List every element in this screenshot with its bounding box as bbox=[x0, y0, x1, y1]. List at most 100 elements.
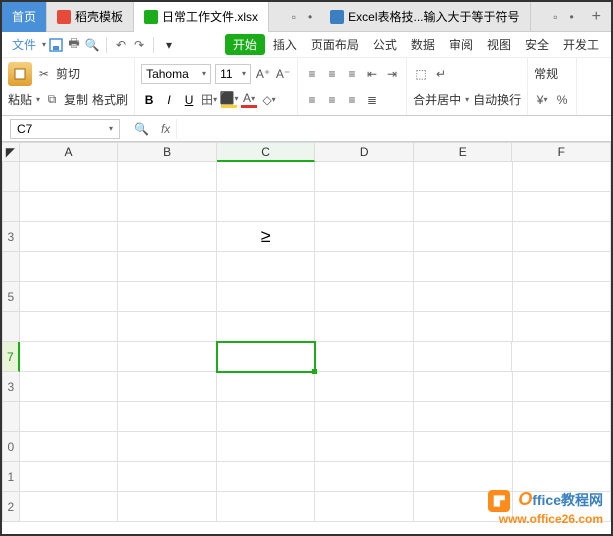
row-header[interactable]: 2 bbox=[2, 492, 20, 522]
row-header[interactable] bbox=[2, 312, 20, 342]
col-header-F[interactable]: F bbox=[512, 142, 611, 162]
merge-icon[interactable]: ⬚ bbox=[413, 66, 429, 82]
fx-icon[interactable]: fx bbox=[155, 122, 176, 136]
watermark-url: www.office26.com bbox=[488, 512, 603, 526]
print-icon[interactable]: 🖶 bbox=[66, 37, 82, 53]
row-header[interactable] bbox=[2, 192, 20, 222]
window-close-icon[interactable]: • bbox=[308, 10, 312, 24]
col-header-D[interactable]: D bbox=[315, 142, 414, 162]
row-header[interactable] bbox=[2, 162, 20, 192]
menu-start[interactable]: 开始 bbox=[225, 34, 265, 55]
menu-pagelayout[interactable]: 页面布局 bbox=[305, 36, 365, 53]
formula-bar: C7▾ 🔍 fx bbox=[2, 116, 611, 142]
decrease-font-icon[interactable]: A⁻ bbox=[275, 66, 291, 82]
menu-dropdown-icon[interactable]: ▾ bbox=[160, 38, 178, 52]
redo-icon[interactable]: ↷ bbox=[131, 37, 147, 53]
font-family-select[interactable]: Tahoma▾ bbox=[141, 64, 211, 84]
tab-other-file[interactable]: Excel表格技...输入大于等于符号 bbox=[320, 2, 530, 32]
ribbon-font-group: Tahoma▾ 11▾ A⁺ A⁻ B I U 田▾ ⬛▾ A▾ ◇▾ bbox=[135, 58, 298, 115]
scissors-icon[interactable]: ✂ bbox=[36, 66, 52, 82]
row-header[interactable] bbox=[2, 252, 20, 282]
align-left-icon[interactable]: ≡ bbox=[304, 92, 320, 108]
tab-templates[interactable]: 稻壳模板 bbox=[47, 2, 134, 32]
watermark-brand: Office教程网 bbox=[488, 489, 603, 512]
tab-win-controls-1: ▫ • bbox=[284, 10, 320, 24]
clear-format-button[interactable]: ◇▾ bbox=[261, 92, 277, 108]
window-min-icon[interactable]: ▫ bbox=[553, 10, 557, 24]
border-button[interactable]: 田▾ bbox=[201, 92, 217, 108]
align-mid-icon[interactable]: ≡ bbox=[324, 66, 340, 82]
new-tab-button[interactable]: + bbox=[582, 8, 611, 26]
indent-right-icon[interactable]: ⇥ bbox=[384, 66, 400, 82]
align-right-icon[interactable]: ≡ bbox=[344, 92, 360, 108]
name-box[interactable]: C7▾ bbox=[10, 119, 120, 139]
menu-data[interactable]: 数据 bbox=[405, 36, 441, 53]
increase-font-icon[interactable]: A⁺ bbox=[255, 66, 271, 82]
menu-insert[interactable]: 插入 bbox=[267, 36, 303, 53]
row-header[interactable]: 3 bbox=[2, 222, 20, 252]
align-top-icon[interactable]: ≡ bbox=[304, 66, 320, 82]
menu-formula[interactable]: 公式 bbox=[367, 36, 403, 53]
bold-button[interactable]: B bbox=[141, 93, 157, 107]
ribbon-number-group: 常规 ¥▾% bbox=[528, 58, 577, 115]
copy-icon[interactable]: ⧉ bbox=[44, 92, 60, 108]
italic-button[interactable]: I bbox=[161, 93, 177, 107]
wrap-icon[interactable]: ↵ bbox=[433, 66, 449, 82]
indent-left-icon[interactable]: ⇤ bbox=[364, 66, 380, 82]
save-icon[interactable] bbox=[48, 37, 64, 53]
zoom-icon[interactable]: 🔍 bbox=[128, 122, 155, 136]
window-min-icon[interactable]: ▫ bbox=[292, 10, 296, 24]
column-headers: ◤ A B C D E F bbox=[2, 142, 611, 162]
tab-home[interactable]: 首页 bbox=[2, 2, 47, 32]
menu-dev[interactable]: 开发工 bbox=[557, 36, 605, 53]
spreadsheet-icon bbox=[144, 10, 158, 24]
col-header-E[interactable]: E bbox=[414, 142, 513, 162]
formatpainter-button[interactable]: 格式刷 bbox=[92, 91, 128, 108]
font-size-select[interactable]: 11▾ bbox=[215, 64, 251, 84]
fill-color-button[interactable]: ⬛▾ bbox=[221, 92, 237, 108]
underline-button[interactable]: U bbox=[181, 93, 197, 107]
copy-button[interactable]: 复制 bbox=[64, 91, 88, 108]
row-header[interactable]: 1 bbox=[2, 462, 20, 492]
file-dropdown-icon[interactable]: ▾ bbox=[42, 40, 46, 49]
tab-current-file[interactable]: 日常工作文件.xlsx bbox=[134, 2, 269, 32]
word-icon bbox=[330, 10, 344, 24]
number-format-select[interactable]: 常规 bbox=[534, 65, 558, 82]
cut-button[interactable]: 剪切 bbox=[56, 65, 80, 82]
paste-button[interactable]: 粘贴 bbox=[8, 91, 32, 108]
percent-icon[interactable]: % bbox=[554, 92, 570, 108]
menu-view[interactable]: 视图 bbox=[481, 36, 517, 53]
align-bot-icon[interactable]: ≡ bbox=[344, 66, 360, 82]
wrap-text-button[interactable]: 自动换行 bbox=[473, 91, 521, 108]
window-tab-bar: 首页 稻壳模板 日常工作文件.xlsx ▫ • Excel表格技...输入大于等… bbox=[2, 2, 611, 32]
menu-file[interactable]: 文件 bbox=[8, 36, 40, 53]
select-all-corner[interactable]: ◤ bbox=[2, 142, 20, 162]
formula-input[interactable] bbox=[176, 119, 611, 139]
cell-C3[interactable]: ≥ bbox=[217, 222, 316, 252]
row-header[interactable]: 3 bbox=[2, 372, 20, 402]
row-header-7[interactable]: 7 bbox=[2, 342, 20, 372]
spreadsheet-grid[interactable]: ◤ A B C D E F 3 ≥ 5 7 3 0 1 2 bbox=[2, 142, 611, 522]
col-header-C[interactable]: C bbox=[217, 142, 316, 162]
watermark-logo-icon bbox=[488, 490, 510, 512]
cell-C7-selected[interactable] bbox=[217, 342, 316, 372]
font-color-button[interactable]: A▾ bbox=[241, 92, 257, 108]
ribbon-align-group: ≡ ≡ ≡ ⇤ ⇥ ≡ ≡ ≡ ≣ bbox=[298, 58, 407, 115]
menu-review[interactable]: 审阅 bbox=[443, 36, 479, 53]
row-header[interactable]: 5 bbox=[2, 282, 20, 312]
menu-security[interactable]: 安全 bbox=[519, 36, 555, 53]
row-header[interactable] bbox=[2, 402, 20, 432]
col-header-B[interactable]: B bbox=[118, 142, 217, 162]
paste-icon[interactable] bbox=[8, 62, 32, 86]
row-header[interactable]: 0 bbox=[2, 432, 20, 462]
currency-icon[interactable]: ¥▾ bbox=[534, 92, 550, 108]
merge-center-button[interactable]: 合并居中 bbox=[413, 91, 461, 108]
col-header-A[interactable]: A bbox=[20, 142, 119, 162]
watermark: Office教程网 www.office26.com bbox=[488, 489, 603, 526]
preview-icon[interactable]: 🔍 bbox=[84, 37, 100, 53]
window-close-icon[interactable]: • bbox=[569, 10, 573, 24]
align-justify-icon[interactable]: ≣ bbox=[364, 92, 380, 108]
ribbon-merge-group: ⬚↵ 合并居中▾ 自动换行 bbox=[407, 58, 528, 115]
undo-icon[interactable]: ↶ bbox=[113, 37, 129, 53]
align-center-icon[interactable]: ≡ bbox=[324, 92, 340, 108]
